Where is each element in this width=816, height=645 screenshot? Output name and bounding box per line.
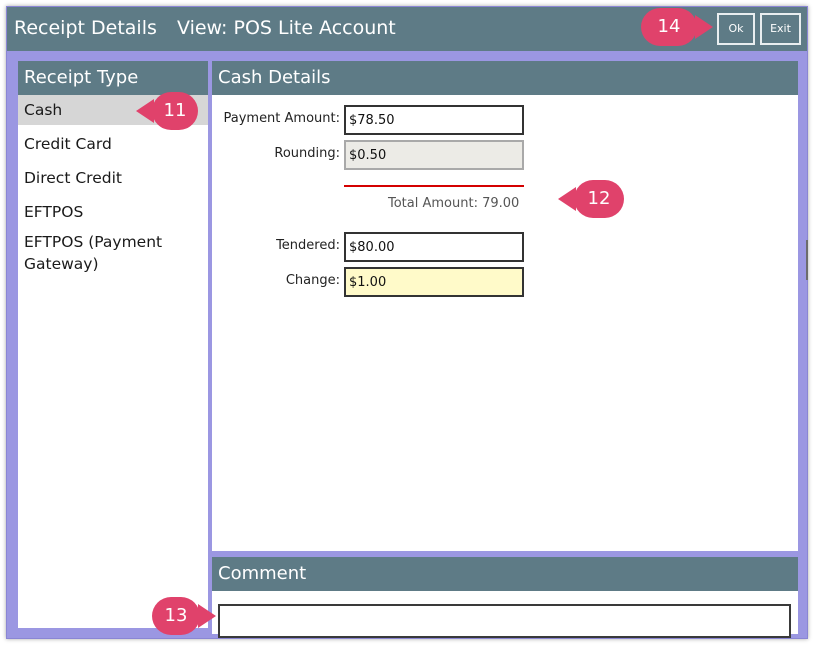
receipt-details-window: Receipt Details View: POS Lite Account O… — [6, 6, 808, 639]
callout-14: 14 — [641, 8, 713, 46]
receipt-type-item-eftpos-payment-gateway[interactable]: EFTPOS (Payment Gateway) — [18, 227, 208, 279]
window-title: Receipt Details — [14, 17, 157, 39]
tendered-field[interactable]: $80.00 — [344, 232, 524, 262]
total-amount: Total Amount: 79.00 — [388, 196, 520, 211]
view-label: View: POS Lite Account — [177, 17, 396, 39]
callout-12: 12 — [558, 180, 624, 218]
change-field: $1.00 — [344, 267, 524, 297]
change-label: Change: — [285, 273, 340, 288]
exit-button[interactable]: Exit — [760, 13, 801, 45]
cash-details-header: Cash Details — [212, 61, 798, 95]
receipt-type-panel: Receipt Type Cash Credit Card Direct Cre… — [18, 61, 208, 628]
scrollbar-edge — [806, 240, 808, 280]
ok-button[interactable]: Ok — [717, 13, 755, 45]
comment-panel: Comment — [212, 557, 798, 638]
receipt-type-header: Receipt Type — [18, 61, 208, 95]
rounding-label: Rounding: — [274, 146, 340, 161]
receipt-type-item-direct-credit[interactable]: Direct Credit — [18, 163, 208, 193]
receipt-type-item-credit-card[interactable]: Credit Card — [18, 129, 208, 159]
receipt-type-item-eftpos[interactable]: EFTPOS — [18, 197, 208, 227]
comment-input[interactable] — [218, 604, 791, 638]
comment-header: Comment — [212, 557, 798, 591]
tendered-label: Tendered: — [276, 238, 340, 253]
cash-details-panel: Cash Details Payment Amount: $78.50 Roun… — [212, 61, 798, 551]
callout-13: 13 — [152, 597, 216, 635]
rounding-field: $0.50 — [344, 140, 524, 170]
payment-amount-label: Payment Amount: — [223, 111, 340, 126]
total-divider — [344, 185, 524, 187]
callout-11: 11 — [136, 92, 198, 130]
payment-amount-field[interactable]: $78.50 — [344, 105, 524, 135]
